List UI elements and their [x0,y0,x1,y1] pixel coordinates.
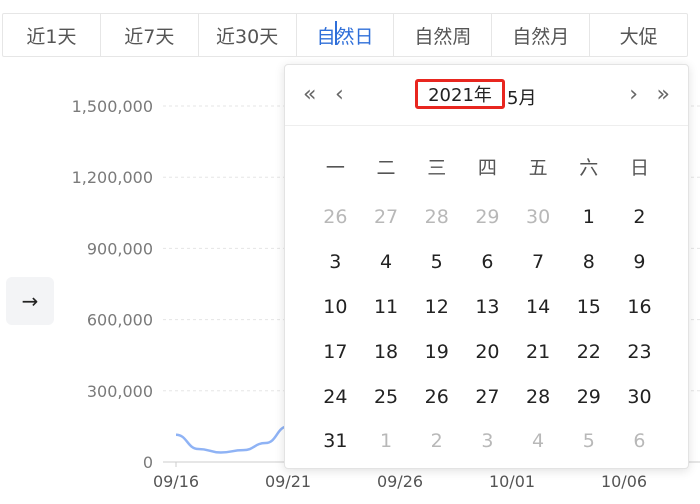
month-select[interactable]: 5月 [507,84,536,110]
calendar-day[interactable]: 29 [563,374,614,419]
calendar-day[interactable]: 19 [411,329,462,374]
calendar-day[interactable]: 2 [411,419,462,464]
tab-last-7-days[interactable]: 近7天 [101,14,199,56]
y-tick-label: 300,000 [87,382,153,401]
calendar-day[interactable]: 27 [361,195,412,240]
chevron-right-icon[interactable]: › [629,83,638,107]
x-tick-label: 09/26 [377,472,423,491]
calendar-day[interactable]: 1 [563,195,614,240]
calendar-day[interactable]: 20 [462,329,513,374]
tab-promotion[interactable]: 大促 [590,14,687,56]
y-tick-label: 1,500,000 [72,97,153,116]
calendar-day[interactable]: 30 [614,374,665,419]
calendar-day[interactable]: 18 [361,329,412,374]
weekday-label: 六 [579,157,599,179]
calendar-day[interactable]: 22 [563,329,614,374]
calendar-day[interactable]: 12 [411,285,462,330]
weekday-label: 一 [325,157,345,179]
y-tick-label: 600,000 [87,311,153,330]
calendar-day[interactable]: 26 [411,374,462,419]
day-grid: 26 27 28 29 30 1 2 3 4 5 6 7 8 9 10 11 12 13 14 15 16 17 18 19 2… [310,195,665,464]
calendar-day[interactable]: 10 [310,285,361,330]
x-tick-label: 09/21 [265,472,311,491]
tab-last-30-days[interactable]: 近30天 [199,14,297,56]
text-cursor [335,21,337,45]
calendar-day[interactable]: 17 [310,329,361,374]
calendar-day[interactable]: 28 [513,374,564,419]
tab-natural-week[interactable]: 自然周 [394,14,493,56]
x-tick-label: 10/01 [489,472,535,491]
weekday-label: 五 [528,157,548,179]
calendar-day[interactable]: 27 [462,374,513,419]
calendar-day[interactable]: 6 [614,419,665,464]
weekday-label: 三 [427,157,447,179]
calendar-day[interactable]: 30 [513,195,564,240]
double-chevron-left-icon[interactable]: « [303,83,316,107]
calendar-day[interactable]: 3 [462,419,513,464]
calendar-day[interactable]: 15 [563,285,614,330]
weekday-label: 日 [629,157,649,179]
weekday-header: 一 二 三 四 五 六 日 [310,153,665,180]
chevron-left-icon[interactable]: ‹ [335,83,344,107]
calendar-day[interactable]: 9 [614,240,665,285]
calendar-day[interactable]: 13 [462,285,513,330]
calendar-day[interactable]: 14 [513,285,564,330]
x-tick-label: 09/16 [153,472,199,491]
tab-natural-month[interactable]: 自然月 [492,14,591,56]
calendar-day[interactable]: 31 [310,419,361,464]
calendar-day[interactable]: 21 [513,329,564,374]
calendar-day[interactable]: 25 [361,374,412,419]
calendar-day[interactable]: 6 [462,240,513,285]
year-select[interactable]: 2021年 [415,79,505,109]
x-tick-label: 10/06 [601,472,647,491]
calendar-day[interactable]: 8 [563,240,614,285]
double-chevron-right-icon[interactable]: » [657,83,670,107]
arrow-right-icon: → [21,289,39,313]
calendar-day[interactable]: 11 [361,285,412,330]
date-range-tabs: 近1天 近7天 近30天 自然日 自然周 自然月 大促 [2,13,688,57]
y-tick-label: 0 [143,453,153,472]
calendar-header: « ‹ 2021年 5月 › » [285,65,688,126]
calendar-day[interactable]: 7 [513,240,564,285]
calendar-day[interactable]: 5 [411,240,462,285]
expand-button[interactable]: → [6,277,54,325]
y-tick-label: 900,000 [87,239,153,258]
calendar-day[interactable]: 29 [462,195,513,240]
calendar-day[interactable]: 2 [614,195,665,240]
calendar-day[interactable]: 16 [614,285,665,330]
calendar-day[interactable]: 24 [310,374,361,419]
y-tick-label: 1,200,000 [72,168,153,187]
date-picker-popup: « ‹ 2021年 5月 › » 一 二 三 四 五 六 日 26 27 28 29 3… [284,64,689,469]
calendar-day[interactable]: 5 [563,419,614,464]
calendar-day[interactable]: 26 [310,195,361,240]
weekday-label: 二 [376,157,396,179]
calendar-day[interactable]: 4 [361,240,412,285]
calendar-day[interactable]: 1 [361,419,412,464]
calendar-day[interactable]: 3 [310,240,361,285]
tab-last-1-day[interactable]: 近1天 [3,14,101,56]
calendar-day[interactable]: 23 [614,329,665,374]
calendar-day[interactable]: 4 [513,419,564,464]
weekday-label: 四 [477,157,497,179]
tab-natural-day[interactable]: 自然日 [297,14,395,56]
calendar-day[interactable]: 28 [411,195,462,240]
